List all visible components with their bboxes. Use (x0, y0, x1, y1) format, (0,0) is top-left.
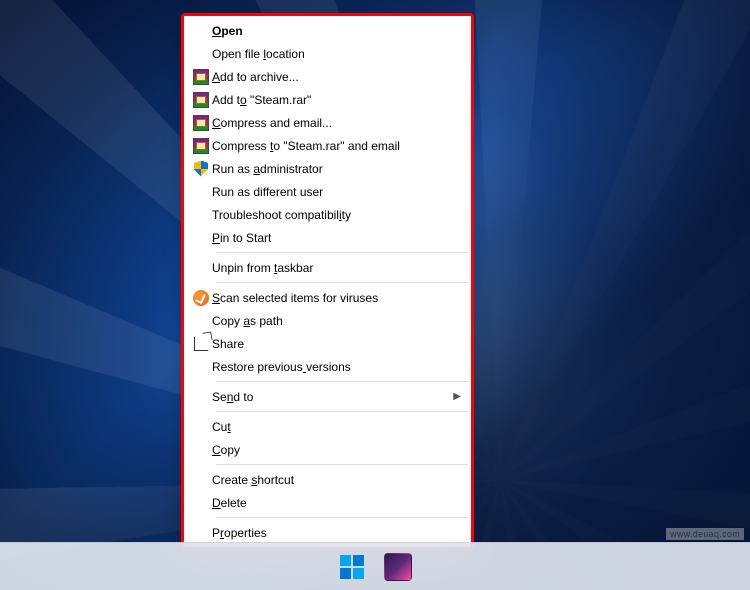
icon-slot (190, 138, 212, 154)
icon-slot (190, 313, 212, 329)
menu-item-label: Copy (212, 443, 461, 457)
menu-item-label: Compress to "Steam.rar" and email (212, 139, 461, 153)
menu-item-properties[interactable]: Properties (186, 521, 469, 544)
icon-slot (190, 260, 212, 276)
submenu-arrow-icon: ▶ (451, 391, 461, 402)
icon-slot (190, 290, 212, 306)
shield-icon (194, 161, 208, 177)
menu-item-send-to[interactable]: Send to▶ (186, 385, 469, 408)
menu-item-share[interactable]: Share (186, 332, 469, 355)
icon-slot (190, 359, 212, 375)
menu-item-label: Compress and email... (212, 116, 461, 130)
menu-item-cut[interactable]: Cut (186, 415, 469, 438)
menu-item-label: Add to archive... (212, 70, 461, 84)
menu-separator (216, 282, 468, 283)
icon-slot (190, 207, 212, 223)
app-icon (384, 553, 412, 581)
windows-icon (340, 555, 364, 579)
icon-slot (190, 184, 212, 200)
winrar-icon (193, 92, 209, 108)
menu-item-label: Send to (212, 390, 451, 404)
icon-slot (190, 389, 212, 405)
menu-separator (216, 381, 468, 382)
menu-item-unpin-taskbar[interactable]: Unpin from taskbar (186, 256, 469, 279)
taskbar (0, 542, 750, 590)
menu-item-label: Create shortcut (212, 473, 461, 487)
context-menu: Open Open file location Add to archive... A… (183, 15, 472, 548)
icon-slot (190, 336, 212, 352)
icon-slot (190, 419, 212, 435)
icon-slot (190, 92, 212, 108)
icon-slot (190, 23, 212, 39)
menu-item-open[interactable]: Open (186, 19, 469, 42)
menu-item-scan-viruses[interactable]: Scan selected items for viruses (186, 286, 469, 309)
winrar-icon (193, 69, 209, 85)
menu-item-label: Delete (212, 496, 461, 510)
menu-item-label: Open file location (212, 47, 461, 61)
menu-separator (216, 464, 468, 465)
menu-item-compress-and-email[interactable]: Compress and email... (186, 111, 469, 134)
menu-item-label: Unpin from taskbar (212, 261, 461, 275)
menu-item-label: Open (212, 24, 461, 38)
watermark: www.deuaq.com (666, 528, 744, 540)
menu-item-run-as-different-user[interactable]: Run as different user (186, 180, 469, 203)
menu-item-create-shortcut[interactable]: Create shortcut (186, 468, 469, 491)
icon-slot (190, 46, 212, 62)
menu-item-label: Copy as path (212, 314, 461, 328)
menu-item-label: Troubleshoot compatibility (212, 208, 461, 222)
menu-item-label: Scan selected items for viruses (212, 291, 461, 305)
winrar-icon (193, 138, 209, 154)
menu-item-run-as-admin[interactable]: Run as administrator (186, 157, 469, 180)
menu-separator (216, 517, 468, 518)
icon-slot (190, 161, 212, 177)
start-button[interactable] (332, 547, 372, 587)
menu-separator (216, 411, 468, 412)
menu-item-label: Run as different user (212, 185, 461, 199)
menu-item-add-to-steam-rar[interactable]: Add to "Steam.rar" (186, 88, 469, 111)
icon-slot (190, 472, 212, 488)
menu-item-restore-versions[interactable]: Restore previous versions (186, 355, 469, 378)
antivirus-icon (193, 290, 209, 306)
menu-item-compress-to-steam-email[interactable]: Compress to "Steam.rar" and email (186, 134, 469, 157)
menu-item-label: Cut (212, 420, 461, 434)
menu-item-label: Properties (212, 526, 461, 540)
menu-item-add-to-archive[interactable]: Add to archive... (186, 65, 469, 88)
menu-item-label: Run as administrator (212, 162, 461, 176)
menu-item-label: Add to "Steam.rar" (212, 93, 461, 107)
menu-item-troubleshoot[interactable]: Troubleshoot compatibility (186, 203, 469, 226)
menu-item-open-file-location[interactable]: Open file location (186, 42, 469, 65)
menu-item-pin-to-start[interactable]: Pin to Start (186, 226, 469, 249)
menu-item-delete[interactable]: Delete (186, 491, 469, 514)
icon-slot (190, 495, 212, 511)
taskbar-pinned-app[interactable] (378, 547, 418, 587)
winrar-icon (193, 115, 209, 131)
menu-item-label: Restore previous versions (212, 360, 461, 374)
icon-slot (190, 230, 212, 246)
icon-slot (190, 525, 212, 541)
menu-item-label: Share (212, 337, 461, 351)
menu-item-copy[interactable]: Copy (186, 438, 469, 461)
icon-slot (190, 115, 212, 131)
menu-separator (216, 252, 468, 253)
share-icon (194, 337, 208, 351)
icon-slot (190, 442, 212, 458)
icon-slot (190, 69, 212, 85)
menu-item-label: Pin to Start (212, 231, 461, 245)
menu-item-copy-as-path[interactable]: Copy as path (186, 309, 469, 332)
